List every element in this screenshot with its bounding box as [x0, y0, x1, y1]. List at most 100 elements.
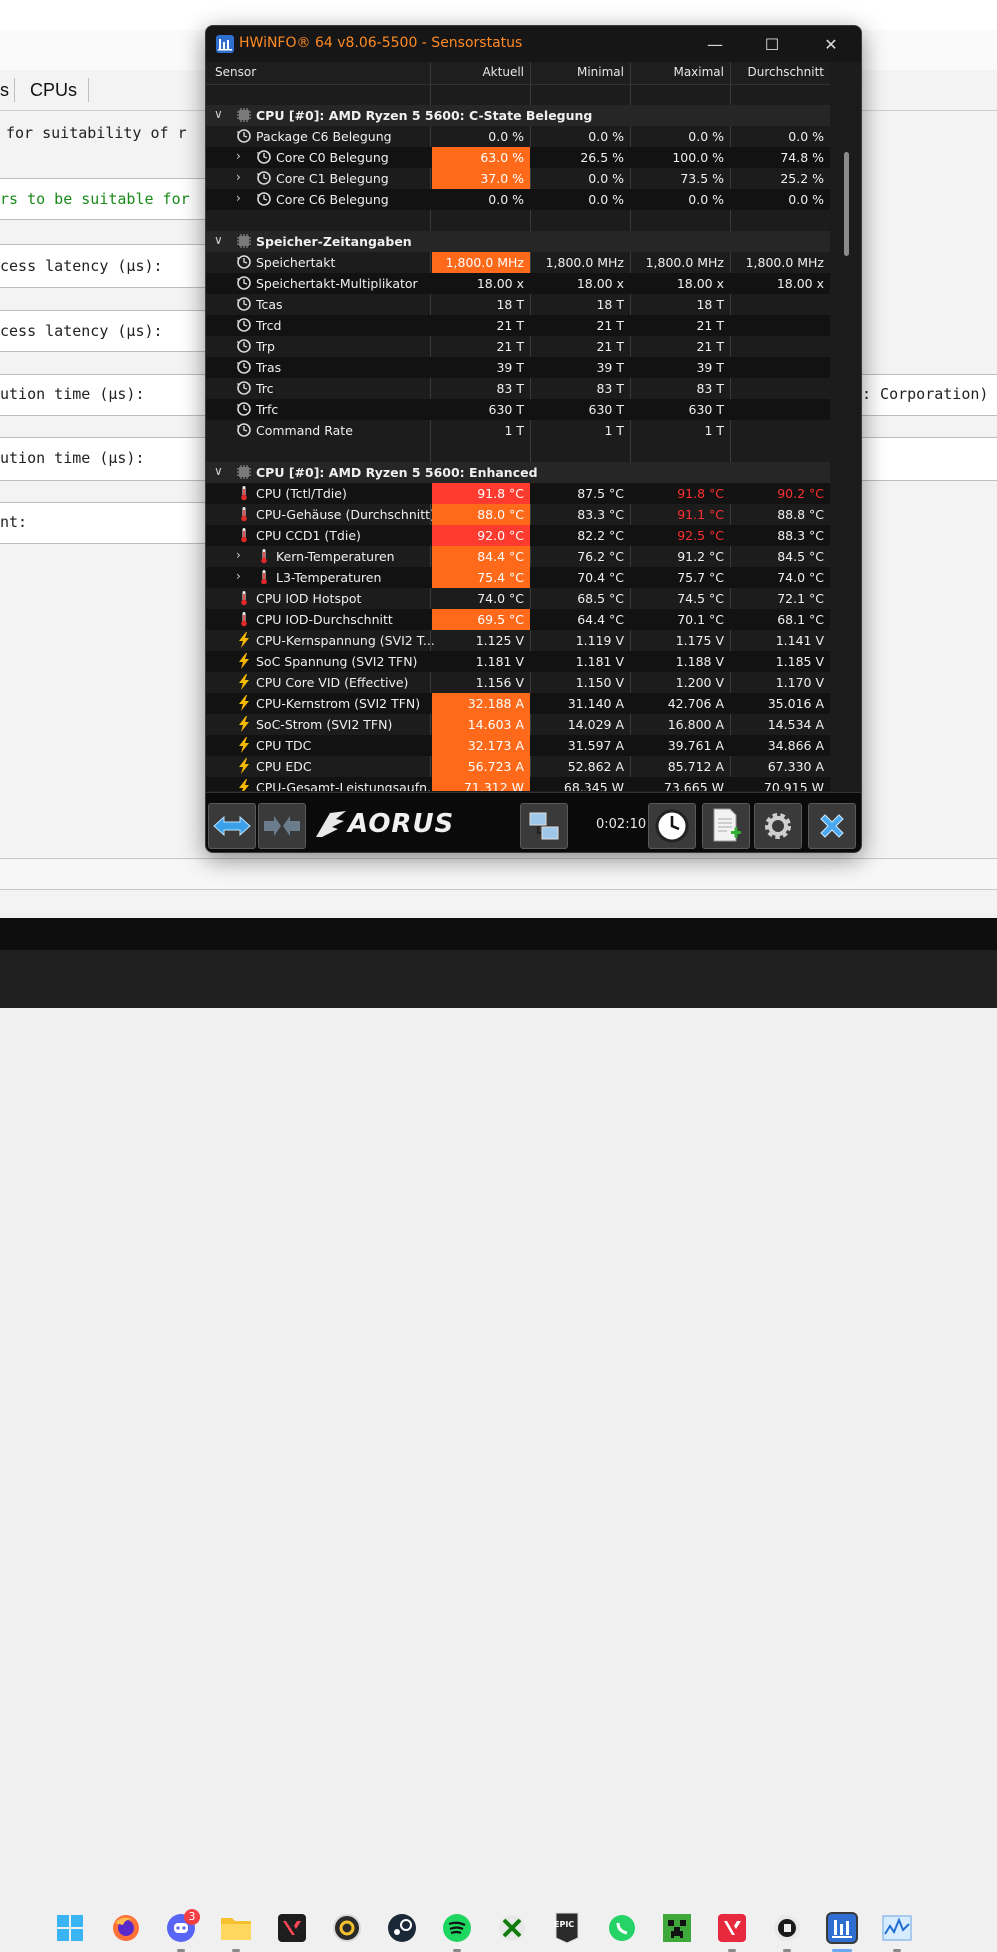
reset-timer-button[interactable]: [648, 803, 696, 849]
sensor-row[interactable]: CPU (Tctl/Tdie) 91.8 °C 87.5 °C 91.8 °C 90.2…: [206, 483, 830, 504]
group-name: CPU [#0]: AMD Ryzen 5 5600: C-State Bele…: [256, 108, 593, 123]
sensor-row[interactable]: Trcd 21 T 21 T 21 T: [206, 315, 830, 336]
clock-icon: [236, 380, 252, 396]
chevron-right-icon[interactable]: ›: [236, 569, 241, 583]
sensor-row[interactable]: › Core C6 Belegung 0.0 % 0.0 % 0.0 % 0.0 %: [206, 189, 830, 210]
network-button[interactable]: [520, 803, 568, 849]
taskbar-hwinfo[interactable]: [826, 1912, 858, 1944]
sensor-row[interactable]: CPU Core VID (Effective) 1.156 V 1.150 V 1.…: [206, 672, 830, 693]
taskbar-valorant[interactable]: [276, 1912, 308, 1944]
maximize-button[interactable]: ☐: [749, 26, 795, 62]
vertical-scrollbar[interactable]: [831, 84, 861, 790]
sensor-row[interactable]: Trfc 630 T 630 T 630 T: [206, 399, 830, 420]
value-average: 1.170 V: [775, 675, 824, 690]
sensor-group-header[interactable]: ∨ CPU [#0]: AMD Ryzen 5 5600: Enhanced: [206, 462, 830, 483]
sensor-row[interactable]: CPU-Kernstrom (SVI2 TFN) 32.188 A 31.140 A…: [206, 693, 830, 714]
taskbar-performance-monitor[interactable]: [881, 1912, 913, 1944]
taskbar-discord[interactable]: 3: [165, 1909, 200, 1944]
chevron-right-icon[interactable]: ›: [236, 191, 241, 205]
settings-button[interactable]: [754, 803, 802, 849]
xbox-icon: [499, 1915, 525, 1941]
taskbar-epic-games[interactable]: EPIC: [551, 1912, 583, 1944]
chevron-right-icon[interactable]: ›: [236, 170, 241, 184]
sensor-name: Tcas: [256, 297, 283, 312]
sensor-row[interactable]: SoC-Strom (SVI2 TFN) 14.603 A 14.029 A 16.8…: [206, 714, 830, 735]
sensor-group-header[interactable]: ∨ CPU [#0]: AMD Ryzen 5 5600: C-State Bel…: [206, 105, 830, 126]
sensor-row[interactable]: SoC Spannung (SVI2 TFN) 1.181 V 1.181 V 1.1…: [206, 651, 830, 672]
sensor-row[interactable]: Trp 21 T 21 T 21 T: [206, 336, 830, 357]
collapse-columns-button[interactable]: [258, 803, 306, 849]
taskbar-file-explorer[interactable]: [220, 1912, 252, 1944]
column-header: Sensor Aktuell Minimal Maximal Durchschn…: [206, 62, 830, 85]
background-black-strip: [0, 918, 997, 950]
column-average[interactable]: Durchschnitt: [731, 65, 824, 79]
windows-taskbar: 3 EPIC: [0, 950, 997, 1952]
taskbar-minecraft[interactable]: [661, 1912, 693, 1944]
taskbar-obs[interactable]: [331, 1912, 363, 1944]
sensor-row[interactable]: Package C6 Belegung 0.0 % 0.0 % 0.0 % 0.0 %: [206, 126, 830, 147]
sensor-row[interactable]: CPU-Gehäuse (Durchschnitt) 88.0 °C 83.3 °C…: [206, 504, 830, 525]
expand-columns-button[interactable]: [208, 803, 256, 849]
background-text: nt:: [0, 513, 28, 531]
value-average: 0.0 %: [788, 192, 824, 207]
taskbar-riot-client[interactable]: [716, 1912, 748, 1944]
sensor-row[interactable]: CPU IOD-Durchschnitt 69.5 °C 64.4 °C 70.1 °…: [206, 609, 830, 630]
value-minimum: 14.029 A: [567, 717, 624, 732]
windows-logo-icon: [57, 1915, 83, 1941]
sensor-row[interactable]: › Core C1 Belegung 37.0 % 0.0 % 73.5 % 25.2 %: [206, 168, 830, 189]
sensor-row[interactable]: CPU IOD Hotspot 74.0 °C 68.5 °C 74.5 °C 72.1…: [206, 588, 830, 609]
sensor-row[interactable]: Tras 39 T 39 T 39 T: [206, 357, 830, 378]
sensor-name: CPU TDC: [256, 738, 312, 753]
chevron-right-icon[interactable]: ›: [236, 149, 241, 163]
sensor-row[interactable]: › Kern-Temperaturen 84.4 °C 76.2 °C 91.2 °C 8…: [206, 546, 830, 567]
chevron-down-icon[interactable]: ∨: [214, 464, 223, 478]
sensor-group-header[interactable]: ∨ Speicher-Zeitangaben: [206, 231, 830, 252]
value-current: 56.723 A: [432, 756, 530, 777]
value-maximum: 85.712 A: [667, 759, 724, 774]
value-current: 32.173 A: [432, 735, 530, 756]
window-titlebar[interactable]: HWiNFO® 64 v8.06-5500 - Sensorstatus — ☐…: [206, 26, 861, 62]
sensor-row[interactable]: Command Rate 1 T 1 T 1 T: [206, 420, 830, 441]
exit-button[interactable]: [808, 803, 856, 849]
taskbar-steam[interactable]: [386, 1912, 418, 1944]
performance-chart-icon: [882, 1915, 912, 1941]
sensor-row[interactable]: Speichertakt-Multiplikator 18.00 x 18.00 x…: [206, 273, 830, 294]
close-button[interactable]: ✕: [808, 26, 854, 62]
row-spacer: [206, 441, 830, 462]
background-tab[interactable]: s: [0, 80, 9, 101]
sensor-row[interactable]: CPU TDC 32.173 A 31.597 A 39.761 A 34.866 A: [206, 735, 830, 756]
sensor-row[interactable]: CPU-Gesamt-Leistungsaufn... 71.312 W 68.34…: [206, 777, 830, 791]
sensor-name: Tras: [256, 360, 282, 375]
sensor-row[interactable]: › Core C0 Belegung 63.0 % 26.5 % 100.0 % 74.8…: [206, 147, 830, 168]
sensor-name: Package C6 Belegung: [256, 129, 392, 144]
sensor-row[interactable]: Trc 83 T 83 T 83 T: [206, 378, 830, 399]
value-maximum: 74.5 °C: [677, 591, 724, 606]
chevron-right-icon[interactable]: ›: [236, 548, 241, 562]
scrollbar-thumb[interactable]: [844, 152, 849, 256]
column-minimum[interactable]: Minimal: [531, 65, 624, 79]
taskbar-spotify[interactable]: [441, 1912, 473, 1944]
sensor-row[interactable]: CPU-Kernspannung (SVI2 T... 1.125 V 1.119 …: [206, 630, 830, 651]
sensor-row[interactable]: Speichertakt 1,800.0 MHz 1,800.0 MHz 1,800.…: [206, 252, 830, 273]
taskbar-whatsapp[interactable]: [606, 1912, 638, 1944]
sensor-row[interactable]: CPU EDC 56.723 A 52.862 A 85.712 A 67.330 A: [206, 756, 830, 777]
minimize-button[interactable]: —: [692, 26, 738, 62]
column-maximum[interactable]: Maximal: [631, 65, 724, 79]
taskbar-firefox[interactable]: [110, 1912, 142, 1944]
start-button[interactable]: [54, 1912, 86, 1944]
sensor-row[interactable]: › L3-Temperaturen 75.4 °C 70.4 °C 75.7 °C 74.…: [206, 567, 830, 588]
sensor-row[interactable]: Tcas 18 T 18 T 18 T: [206, 294, 830, 315]
value-current: 63.0 %: [432, 147, 530, 168]
sensor-name: CPU EDC: [256, 759, 312, 774]
chevron-down-icon[interactable]: ∨: [214, 233, 223, 247]
value-maximum: 70.1 °C: [677, 612, 724, 627]
sensor-row[interactable]: CPU CCD1 (Tdie) 92.0 °C 82.2 °C 92.5 °C 88.3…: [206, 525, 830, 546]
column-sensor[interactable]: Sensor: [215, 65, 256, 79]
logging-button[interactable]: [702, 803, 750, 849]
value-minimum: 630 T: [588, 402, 624, 417]
chevron-down-icon[interactable]: ∨: [214, 107, 223, 121]
column-current[interactable]: Aktuell: [432, 65, 524, 79]
background-tab-cpus[interactable]: CPUs: [30, 80, 77, 101]
taskbar-xbox[interactable]: [496, 1912, 528, 1944]
taskbar-app[interactable]: [771, 1912, 803, 1944]
